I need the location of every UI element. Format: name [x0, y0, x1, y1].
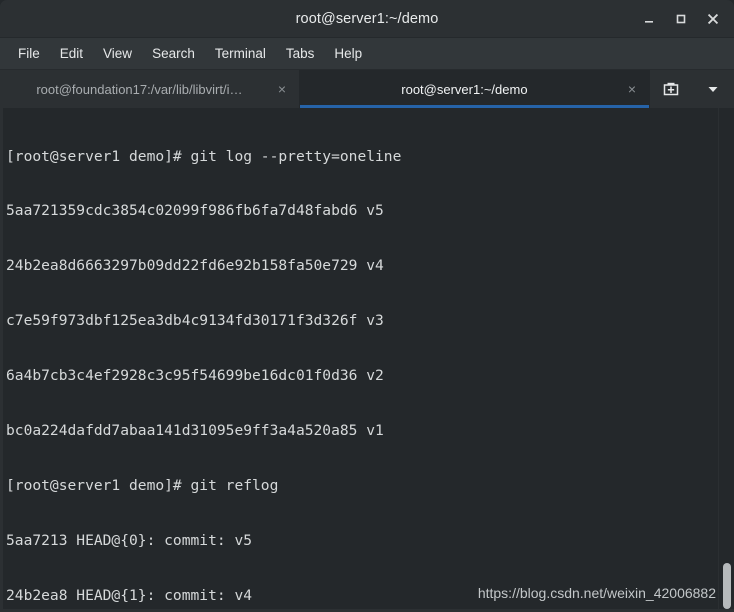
- terminal-line: bc0a224dafdd7abaa141d31095e9ff3a4a520a85…: [6, 422, 384, 440]
- terminal-scrollbar[interactable]: [718, 108, 734, 609]
- window-controls: [634, 0, 728, 37]
- tab-list-dropdown-button[interactable]: [698, 75, 728, 103]
- menu-item-edit[interactable]: Edit: [50, 42, 93, 65]
- terminal-line: 24b2ea8d6663297b09dd22fd6e92b158fa50e729…: [6, 257, 384, 275]
- tab-actions: [649, 70, 734, 108]
- close-button[interactable]: [698, 4, 728, 34]
- tab-foundation17[interactable]: root@foundation17:/var/lib/libvirt/i… ×: [0, 70, 300, 108]
- terminal-window: root@server1:~/demo File Edit View Searc…: [0, 0, 734, 612]
- tab-label: root@foundation17:/var/lib/libvirt/i…: [36, 81, 243, 97]
- minimize-button[interactable]: [634, 4, 664, 34]
- terminal-body[interactable]: [root@server1 demo]# git log --pretty=on…: [0, 108, 734, 612]
- tab-close-icon[interactable]: ×: [275, 80, 289, 98]
- window-title: root@server1:~/demo: [295, 10, 439, 27]
- terminal-line: c7e59f973dbf125ea3db4c9134fd30171f3d326f…: [6, 312, 384, 330]
- close-icon: [707, 13, 719, 24]
- terminal-screen[interactable]: [root@server1 demo]# git log --pretty=on…: [3, 111, 718, 609]
- tab-label: root@server1:~/demo: [401, 81, 528, 97]
- new-tab-icon: [663, 82, 679, 96]
- tab-server1-demo[interactable]: root@server1:~/demo ×: [300, 70, 649, 108]
- terminal-line: [root@server1 demo]# git reflog: [6, 476, 279, 494]
- tab-bar: root@foundation17:/var/lib/libvirt/i… × …: [0, 70, 734, 108]
- scrollbar-thumb[interactable]: [723, 563, 731, 609]
- menu-item-search[interactable]: Search: [142, 42, 205, 65]
- menu-item-terminal[interactable]: Terminal: [205, 42, 276, 65]
- terminal-line: 5aa7213 HEAD@{0}: commit: v5: [6, 531, 253, 549]
- watermark-text: https://blog.csdn.net/weixin_42006882: [477, 585, 716, 601]
- terminal-line: 6a4b7cb3c4ef2928c3c95f54699be16dc01f0d36…: [6, 367, 384, 385]
- chevron-down-icon: [708, 87, 718, 92]
- terminal-line: 5aa721359cdc3854c02099f986fb6fa7d48fabd6…: [6, 202, 384, 220]
- minimize-icon: [645, 20, 653, 23]
- menu-item-tabs[interactable]: Tabs: [276, 42, 325, 65]
- menu-bar: File Edit View Search Terminal Tabs Help: [0, 38, 734, 70]
- title-bar: root@server1:~/demo: [0, 0, 734, 38]
- tab-close-icon[interactable]: ×: [625, 80, 639, 98]
- maximize-button[interactable]: [666, 4, 696, 34]
- terminal-line: [root@server1 demo]# git log --pretty=on…: [6, 147, 402, 165]
- menu-item-file[interactable]: File: [8, 42, 50, 65]
- menu-item-help[interactable]: Help: [324, 42, 372, 65]
- new-tab-button[interactable]: [656, 75, 686, 103]
- maximize-icon: [676, 14, 686, 23]
- menu-item-view[interactable]: View: [93, 42, 142, 65]
